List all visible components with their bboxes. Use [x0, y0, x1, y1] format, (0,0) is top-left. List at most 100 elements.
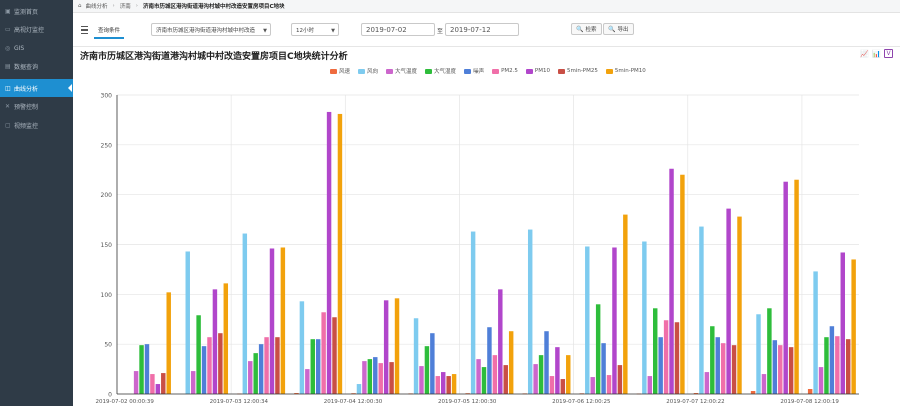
- bar-5minPM10-8[interactable]: [508, 331, 514, 394]
- bar-5minPM10-8[interactable]: [337, 113, 343, 394]
- bar--4[interactable]: [715, 337, 720, 394]
- bar--3[interactable]: [367, 359, 373, 394]
- bar-PM25-5[interactable]: [435, 376, 441, 394]
- bar-PM25-5[interactable]: [150, 374, 155, 394]
- bar-5minPM10-8[interactable]: [223, 283, 229, 394]
- bar-PM25-5[interactable]: [378, 363, 383, 394]
- bar--2[interactable]: [133, 371, 139, 394]
- bar-5minPM25-7[interactable]: [731, 345, 737, 394]
- bar-PM25-5[interactable]: [549, 376, 555, 394]
- bar-PM25-5[interactable]: [778, 345, 783, 394]
- bar-5minPM25-7[interactable]: [389, 362, 394, 394]
- bar-PM10-6[interactable]: [840, 252, 845, 394]
- bar-PM10-6[interactable]: [441, 372, 446, 394]
- bar--4[interactable]: [258, 344, 264, 394]
- bar--1[interactable]: [527, 229, 533, 394]
- bar--1[interactable]: [756, 314, 761, 394]
- bar-PM10-6[interactable]: [783, 181, 788, 394]
- bar--3[interactable]: [424, 346, 430, 394]
- bar-PM25-5[interactable]: [207, 337, 212, 394]
- bar-5minPM25-7[interactable]: [218, 333, 223, 394]
- bar--1[interactable]: [413, 318, 419, 394]
- bar--1[interactable]: [699, 226, 704, 394]
- bar-5minPM10-8[interactable]: [166, 292, 171, 394]
- bar-5minPM10-8[interactable]: [566, 355, 571, 394]
- bar-PM10-6[interactable]: [155, 384, 161, 394]
- bar--3[interactable]: [253, 353, 258, 394]
- bar--3[interactable]: [824, 337, 829, 394]
- bar-5minPM10-8[interactable]: [280, 247, 286, 394]
- bar-5minPM25-7[interactable]: [617, 365, 623, 394]
- bar--4[interactable]: [315, 339, 321, 394]
- bar-5minPM10-8[interactable]: [737, 216, 742, 394]
- bar--4[interactable]: [487, 327, 492, 394]
- bar-PM10-6[interactable]: [726, 208, 731, 394]
- bar-5minPM25-7[interactable]: [161, 373, 166, 394]
- bar--2[interactable]: [248, 361, 253, 394]
- bar-5minPM25-7[interactable]: [560, 379, 566, 394]
- bar--3[interactable]: [481, 367, 487, 394]
- bar--4[interactable]: [373, 357, 378, 394]
- bar--3[interactable]: [595, 304, 601, 394]
- bar--4[interactable]: [829, 326, 835, 394]
- bar--3[interactable]: [767, 308, 772, 394]
- bar--4[interactable]: [772, 340, 778, 394]
- bar-5minPM25-7[interactable]: [275, 337, 280, 394]
- bar--2[interactable]: [533, 364, 538, 394]
- bar-5minPM25-7[interactable]: [446, 376, 451, 394]
- bar--2[interactable]: [761, 374, 767, 394]
- bar--4[interactable]: [201, 346, 207, 394]
- bar--2[interactable]: [190, 371, 196, 394]
- bar-PM10-6[interactable]: [555, 347, 560, 394]
- bar--3[interactable]: [310, 339, 315, 394]
- bar--2[interactable]: [362, 361, 367, 394]
- bar-5minPM10-8[interactable]: [623, 214, 628, 394]
- bar--4[interactable]: [430, 333, 435, 394]
- bar--1[interactable]: [470, 231, 476, 394]
- bar-PM25-5[interactable]: [264, 337, 269, 394]
- bar-PM25-5[interactable]: [321, 312, 326, 394]
- bar-PM25-5[interactable]: [835, 336, 840, 394]
- bar--2[interactable]: [818, 367, 824, 394]
- bar-5minPM10-8[interactable]: [851, 259, 856, 394]
- bar--0[interactable]: [750, 391, 756, 394]
- bar--4[interactable]: [658, 337, 663, 394]
- bar--2[interactable]: [590, 377, 595, 394]
- bar--3[interactable]: [196, 315, 201, 394]
- bar-PM10-6[interactable]: [498, 289, 503, 394]
- bar--4[interactable]: [544, 331, 549, 394]
- bar-PM10-6[interactable]: [212, 289, 218, 394]
- bar--4[interactable]: [144, 344, 150, 394]
- bar-PM10-6[interactable]: [669, 168, 674, 394]
- bar--1[interactable]: [642, 241, 647, 394]
- bar-PM10-6[interactable]: [383, 300, 389, 394]
- bar--1[interactable]: [585, 246, 590, 394]
- bar-5minPM25-7[interactable]: [845, 339, 851, 394]
- bar--2[interactable]: [704, 372, 710, 394]
- bar--0[interactable]: [807, 389, 813, 394]
- bar-5minPM10-8[interactable]: [680, 174, 685, 394]
- bar--3[interactable]: [538, 355, 544, 394]
- bar-5minPM25-7[interactable]: [503, 365, 508, 394]
- bar-PM25-5[interactable]: [720, 343, 726, 394]
- bar--4[interactable]: [601, 343, 606, 394]
- bar--3[interactable]: [653, 308, 658, 394]
- bar-5minPM10-8[interactable]: [794, 179, 799, 394]
- bar-5minPM10-8[interactable]: [451, 374, 457, 394]
- bar-5minPM25-7[interactable]: [674, 322, 680, 394]
- bar-PM25-5[interactable]: [606, 375, 612, 394]
- bar--2[interactable]: [647, 376, 653, 394]
- bar--2[interactable]: [305, 369, 310, 394]
- bar-PM25-5[interactable]: [492, 355, 498, 394]
- bar--1[interactable]: [242, 233, 248, 394]
- bar--3[interactable]: [139, 345, 144, 394]
- bar-PM10-6[interactable]: [612, 247, 617, 394]
- bar--1[interactable]: [356, 384, 362, 394]
- bar-PM25-5[interactable]: [663, 320, 669, 394]
- bar-PM10-6[interactable]: [269, 248, 275, 394]
- bar--1[interactable]: [813, 271, 818, 394]
- bar--2[interactable]: [476, 359, 481, 394]
- bar-5minPM10-8[interactable]: [394, 298, 400, 394]
- bar--2[interactable]: [419, 366, 424, 394]
- bar-PM10-6[interactable]: [326, 111, 332, 395]
